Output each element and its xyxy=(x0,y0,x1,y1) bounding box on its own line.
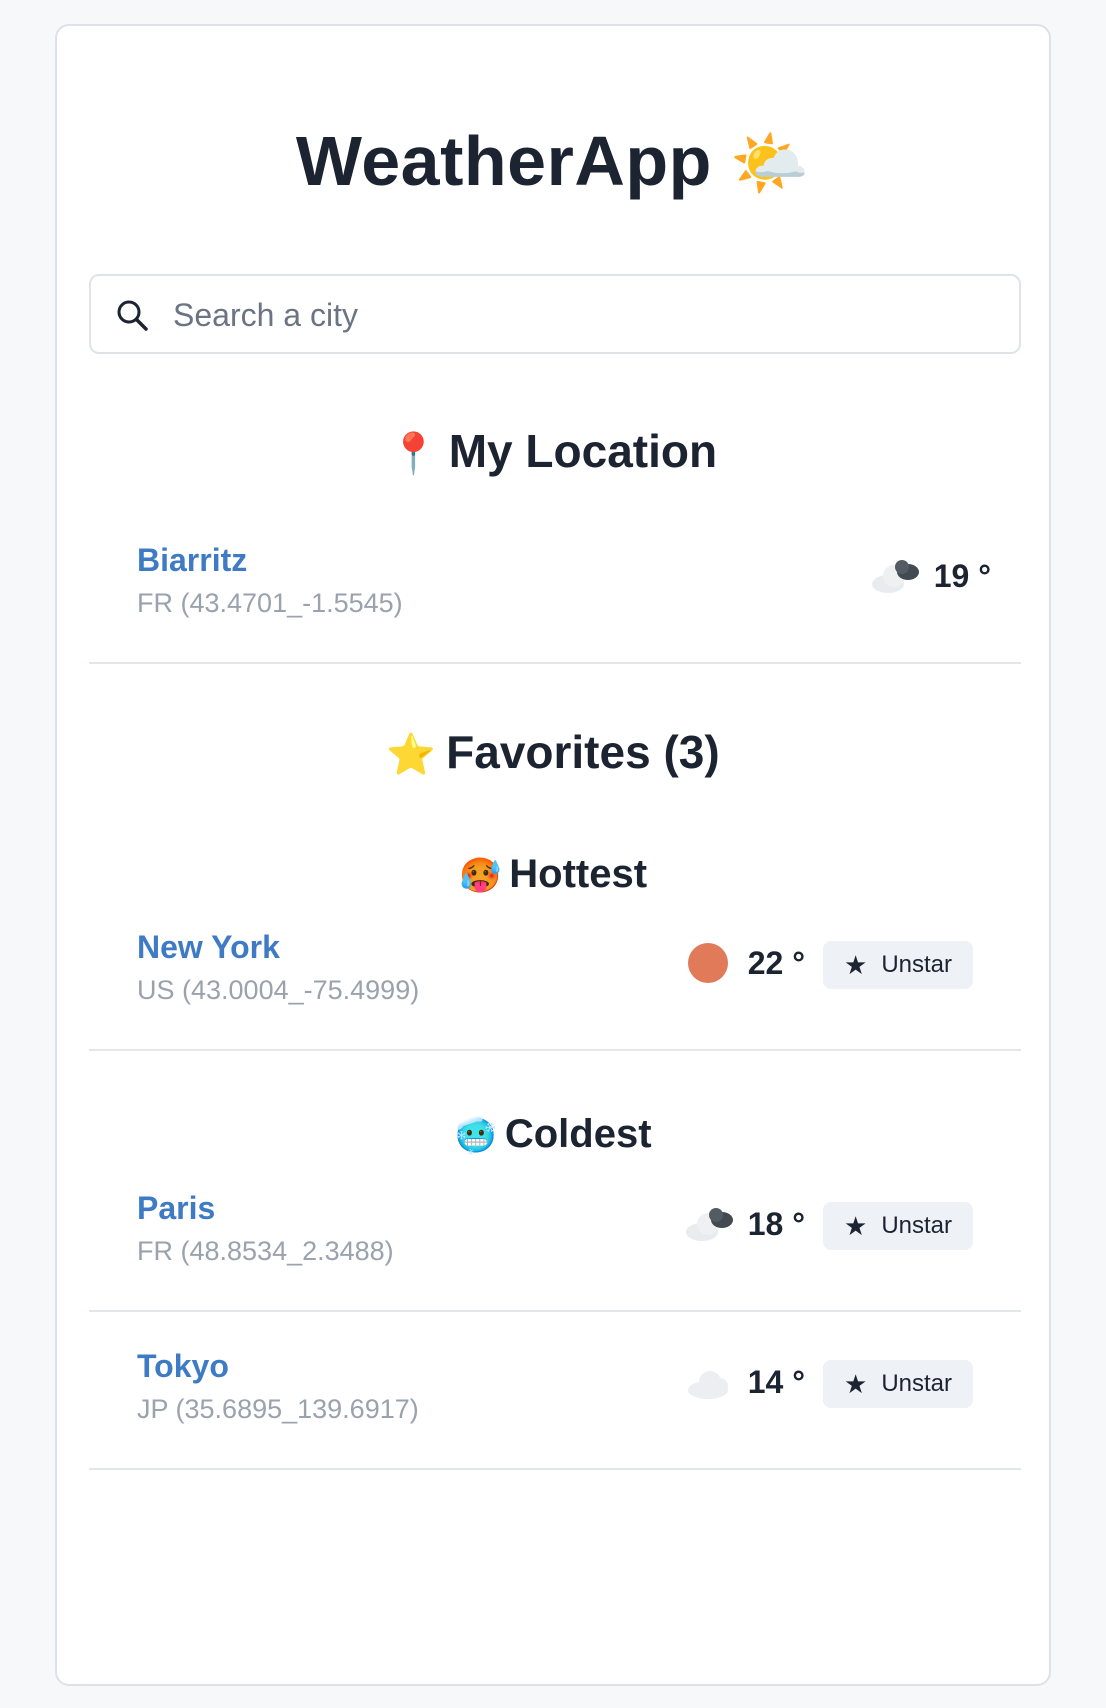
hottest-heading: 🥵 Hottest xyxy=(57,854,1049,894)
city-row: Tokyo JP (35.6895_139.6917) 14 ° ★ Unsta… xyxy=(89,1310,1021,1470)
city-row: Paris FR (48.8534_2.3488) 18 ° ★ Unstar xyxy=(89,1152,1021,1312)
city-coords: FR (48.8534_2.3488) xyxy=(137,1236,394,1266)
search-icon xyxy=(117,300,148,331)
sun-behind-cloud-icon: 🌤️ xyxy=(729,127,811,199)
app-title: WeatherApp xyxy=(295,122,712,200)
weather-info: 14 ° xyxy=(682,1358,805,1406)
city-row: New York US (43.0004_-75.4999) 22 ° ★ Un… xyxy=(89,891,1021,1051)
unstar-button[interactable]: ★ Unstar xyxy=(823,941,973,989)
star-icon: ★ xyxy=(844,1369,868,1399)
weather-card: WeatherApp🌤️ 📍My Location Biarritz FR (4… xyxy=(55,24,1051,1686)
cloud-icon xyxy=(685,1208,733,1241)
unstar-label: Unstar xyxy=(881,1370,952,1397)
star-icon: ★ xyxy=(844,950,868,980)
sun-icon xyxy=(687,943,728,983)
my-location-label: My Location xyxy=(448,425,718,477)
star-icon: ★ xyxy=(844,1211,868,1241)
city-link-tokyo[interactable]: Tokyo xyxy=(137,1350,229,1382)
unstar-button[interactable]: ★ Unstar xyxy=(823,1360,973,1408)
coldest-heading: 🥶 Coldest xyxy=(57,1114,1049,1154)
weather-info: 18 ° xyxy=(682,1200,805,1248)
coldest-label: Coldest xyxy=(504,1112,652,1156)
hottest-label: Hottest xyxy=(509,852,648,896)
page-title: WeatherApp 🌤️ xyxy=(57,126,1049,196)
city-link-paris[interactable]: Paris xyxy=(137,1192,215,1224)
star-icon: ⭐ xyxy=(386,733,437,777)
hot-face-icon: 🥵 xyxy=(458,857,502,895)
unstar-button[interactable]: ★ Unstar xyxy=(823,1202,973,1250)
city-coords: US (43.0004_-75.4999) xyxy=(137,975,420,1005)
favorites-label: Favorites (3) xyxy=(446,726,720,778)
cloud-icon xyxy=(871,560,919,593)
city-coords: JP (35.6895_139.6917) xyxy=(137,1394,419,1424)
unstar-label: Unstar xyxy=(881,951,952,978)
location-row: Biarritz FR (43.4701_-1.5545) 19 ° xyxy=(89,504,1021,664)
search-input[interactable] xyxy=(171,288,995,342)
city-link-biarritz[interactable]: Biarritz xyxy=(137,544,247,576)
favorites-heading: ⭐ Favorites (3) xyxy=(57,729,1049,775)
weather-info: 22 ° xyxy=(687,939,805,987)
temperature: 22 ° xyxy=(747,945,805,981)
temperature: 19 ° xyxy=(933,558,991,594)
search-box xyxy=(89,274,1021,354)
cold-face-icon: 🥶 xyxy=(454,1117,497,1155)
pin-icon: 📍 xyxy=(388,432,439,476)
temperature: 14 ° xyxy=(747,1364,805,1400)
my-location-heading: 📍 My Location xyxy=(57,428,1049,474)
light-cloud-icon xyxy=(687,1371,728,1399)
weather-info: 19 ° xyxy=(868,552,991,600)
city-coords: FR (43.4701_-1.5545) xyxy=(137,588,403,618)
unstar-label: Unstar xyxy=(881,1212,952,1239)
temperature: 18 ° xyxy=(747,1206,805,1242)
city-link-new-york[interactable]: New York xyxy=(137,931,280,963)
